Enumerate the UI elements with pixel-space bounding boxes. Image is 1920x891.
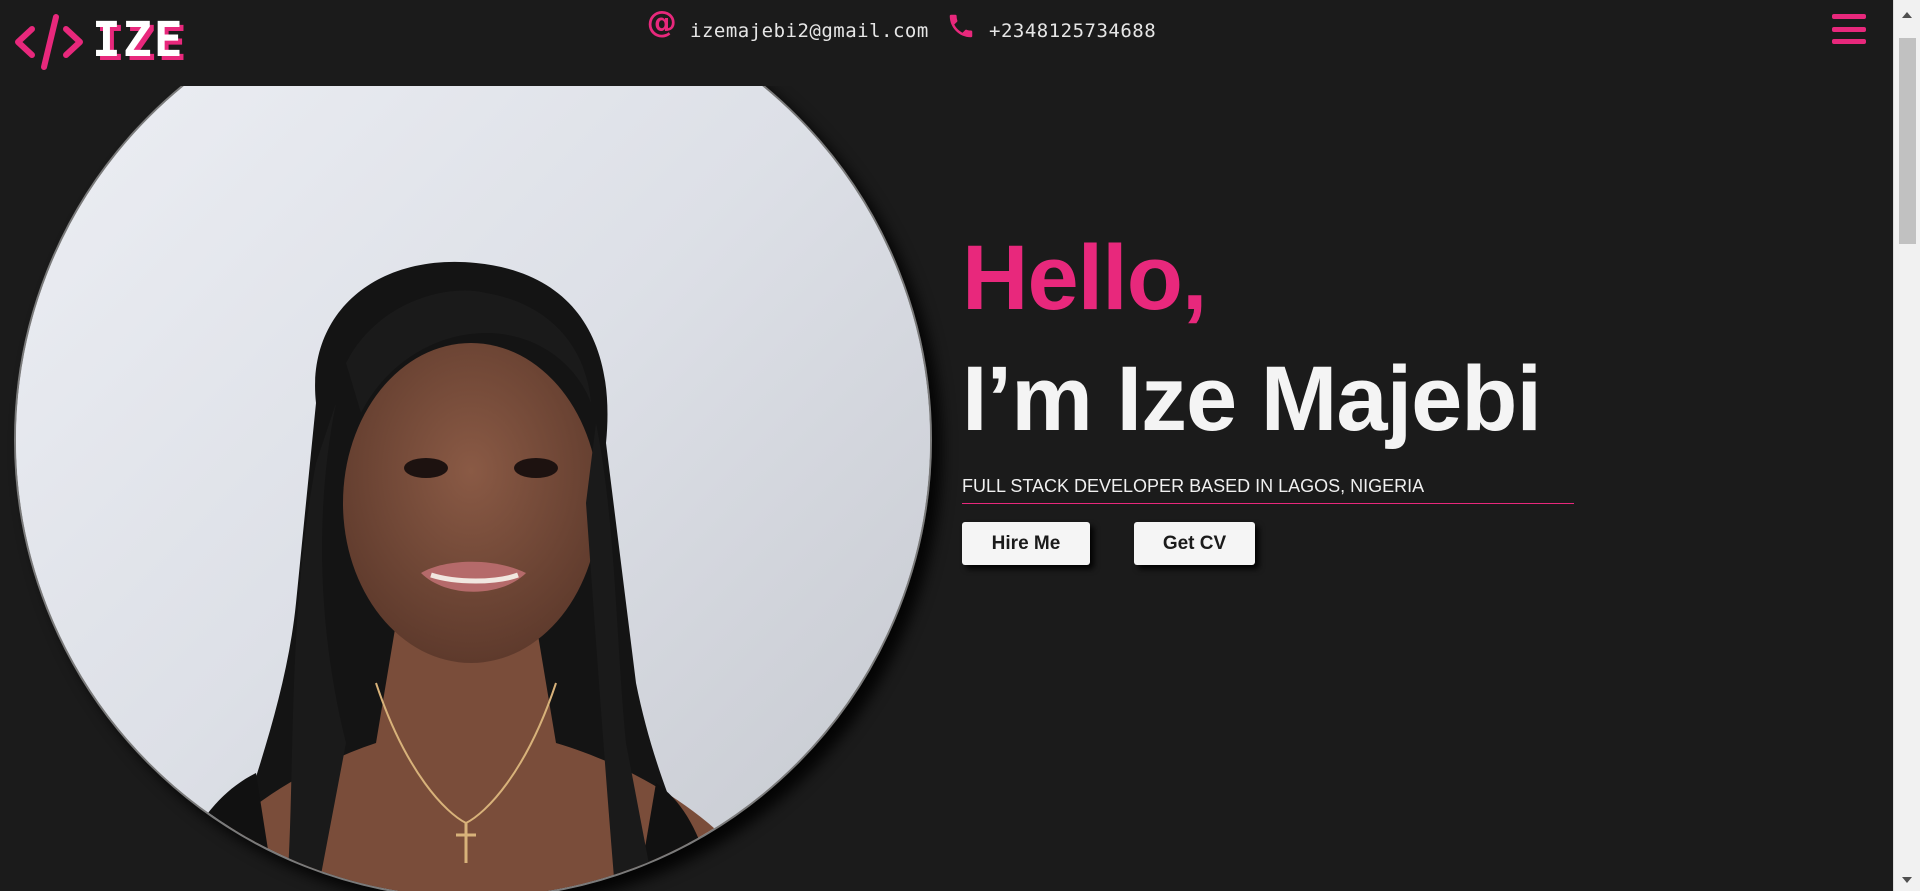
contact-phone[interactable]: +2348125734688 xyxy=(945,6,1156,46)
menu-bar xyxy=(1832,39,1866,44)
portrait-illustration xyxy=(16,86,930,891)
logo[interactable]: IZE xyxy=(12,8,185,72)
phone-icon xyxy=(945,6,977,46)
hire-me-button[interactable]: Hire Me xyxy=(962,522,1090,565)
tagline: FULL STACK DEVELOPER BASED IN LAGOS, NIG… xyxy=(962,476,1574,504)
scrollbar-thumb[interactable] xyxy=(1899,38,1916,244)
menu-bar xyxy=(1832,14,1866,19)
code-brackets-icon xyxy=(15,14,83,70)
page: IZE @ izemajebi2@gmail.com +234812573468… xyxy=(0,0,1920,891)
vertical-scrollbar[interactable] xyxy=(1893,0,1920,891)
email-text: izemajebi2@gmail.com xyxy=(690,20,929,42)
scroll-up-arrow-icon[interactable] xyxy=(1902,12,1912,18)
at-sign-icon: @ xyxy=(646,5,678,40)
hamburger-menu-icon[interactable] xyxy=(1832,14,1866,44)
greeting-heading: Hello, xyxy=(962,227,1207,329)
menu-bar xyxy=(1832,26,1866,32)
phone-text: +2348125734688 xyxy=(989,20,1157,42)
logo-text: IZE xyxy=(92,12,185,68)
get-cv-button[interactable]: Get CV xyxy=(1134,522,1255,565)
profile-photo-container xyxy=(0,86,1000,891)
profile-photo xyxy=(14,86,932,891)
name-heading: I’m Ize Majebi xyxy=(962,348,1542,450)
scroll-down-arrow-icon[interactable] xyxy=(1902,877,1912,883)
contact-email[interactable]: @ izemajebi2@gmail.com xyxy=(646,6,929,46)
